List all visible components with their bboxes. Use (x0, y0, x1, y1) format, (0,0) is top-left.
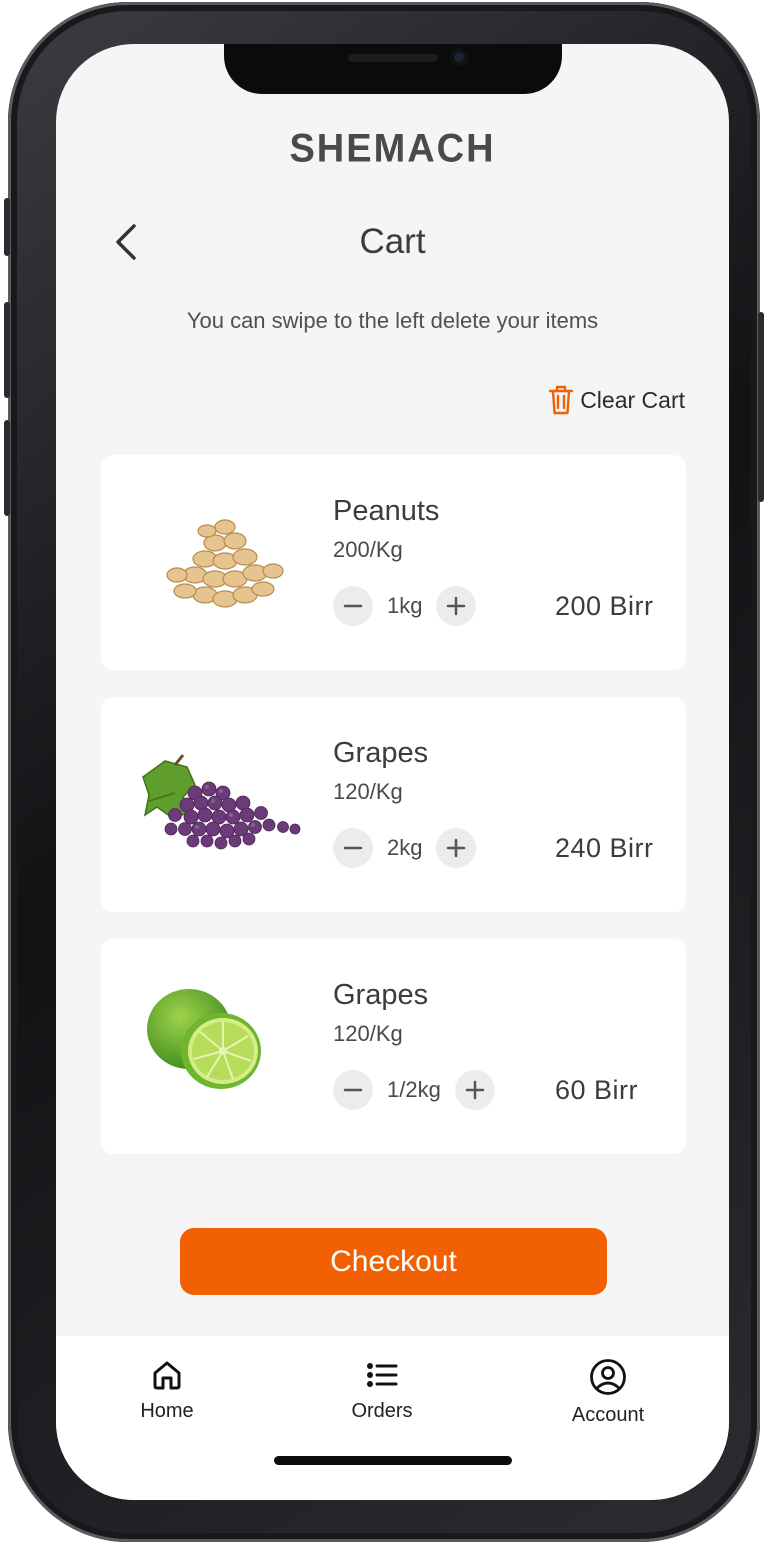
user-circle-icon (590, 1359, 626, 1395)
item-total: 200 Birr (555, 591, 654, 621)
list-icon (367, 1363, 398, 1387)
swipe-hint: You can swipe to the left delete your it… (186, 308, 599, 333)
trash-icon (548, 385, 574, 415)
phone-frame: SHEMACH Cart You can swipe to the left d… (4, 2, 764, 1542)
volume-down-button (4, 420, 10, 516)
quantity-stepper: 1kg (333, 586, 477, 626)
nav-label-orders: Orders (351, 1400, 413, 1422)
nav-label-account: Account (571, 1404, 645, 1426)
nav-item-home[interactable]: Home (128, 1358, 206, 1423)
item-name: Peanuts (333, 495, 440, 527)
app-screen: SHEMACH Cart You can swipe to the left d… (56, 44, 729, 1500)
minus-icon (343, 604, 363, 608)
speaker-grille (348, 54, 438, 62)
item-total: 60 Birr (555, 1075, 639, 1105)
plus-icon (465, 1080, 485, 1100)
bottom-nav: Home Orders Account (56, 1336, 729, 1500)
clear-cart-label: Clear Cart (580, 386, 685, 413)
nav-item-account[interactable]: Account (560, 1358, 656, 1427)
increase-button[interactable] (454, 1070, 495, 1110)
plus-icon (447, 838, 466, 858)
cart-item-card[interactable]: Grapes 120/Kg 2kg 240 Birr (101, 697, 686, 912)
volume-up-button (4, 302, 10, 398)
decrease-button[interactable] (333, 586, 373, 626)
clear-cart-button[interactable]: Clear Cart (548, 384, 685, 416)
plus-icon (447, 596, 466, 616)
power-button (758, 312, 764, 502)
brand-logo: SHEMACH (289, 126, 496, 172)
peanuts-image (135, 495, 305, 625)
notch (224, 44, 562, 94)
increase-button[interactable] (436, 828, 477, 868)
quantity-value: 2kg (387, 835, 423, 860)
increase-button[interactable] (436, 586, 477, 626)
grapes-image (135, 737, 305, 867)
minus-icon (343, 846, 363, 850)
home-indicator[interactable] (274, 1456, 512, 1465)
item-unit-price: 120/Kg (333, 1021, 403, 1046)
front-camera (450, 48, 468, 66)
item-unit-price: 120/Kg (333, 779, 403, 804)
nav-item-orders[interactable]: Orders (340, 1358, 424, 1423)
nav-label-home: Home (140, 1400, 194, 1422)
quantity-stepper: 2kg (333, 828, 477, 868)
quantity-value: 1/2kg (387, 1077, 441, 1102)
page-title: Cart (359, 222, 426, 261)
item-name: Grapes (333, 979, 429, 1011)
item-name: Grapes (333, 737, 429, 769)
decrease-button[interactable] (333, 1070, 373, 1110)
item-total: 240 Birr (555, 833, 654, 863)
quantity-value: 1kg (387, 593, 423, 618)
home-icon (153, 1361, 181, 1390)
item-unit-price: 200/Kg (333, 537, 403, 562)
mute-switch (4, 198, 10, 256)
cart-item-card[interactable]: Peanuts 200/Kg 1kg 200 Birr (101, 455, 686, 670)
decrease-button[interactable] (333, 828, 373, 868)
cart-item-card[interactable]: Grapes 120/Kg 1/2kg 60 Birr (101, 939, 686, 1154)
checkout-button[interactable]: Checkout (180, 1228, 607, 1295)
quantity-stepper: 1/2kg (333, 1070, 495, 1110)
lime-image (135, 979, 305, 1109)
minus-icon (343, 1088, 363, 1092)
